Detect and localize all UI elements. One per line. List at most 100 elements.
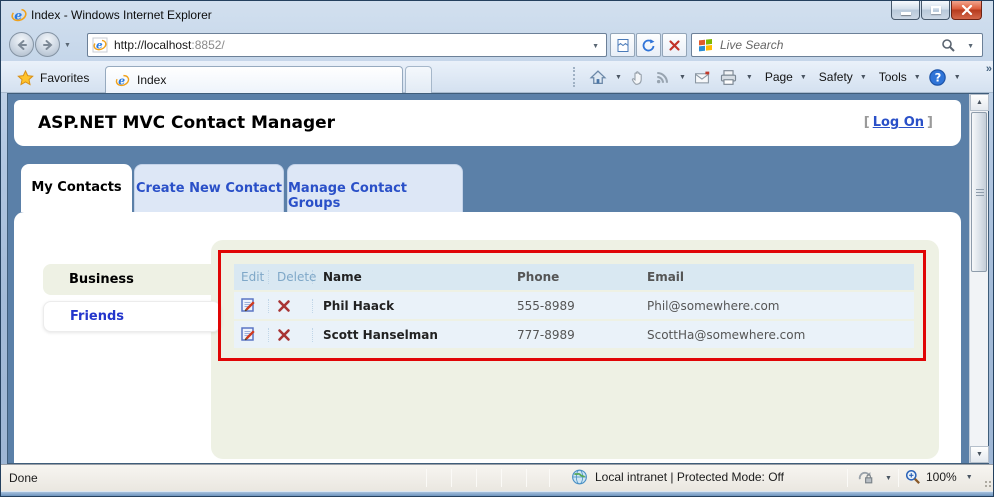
- smartscreen-dropdown[interactable]: ▼: [881, 475, 896, 482]
- site-header: ASP.NET MVC Contact Manager [Log On]: [14, 100, 961, 146]
- address-url[interactable]: http://localhost:8852/: [114, 38, 225, 52]
- scrollbar-thumb[interactable]: [971, 112, 987, 272]
- safety-menu[interactable]: Safety: [811, 70, 856, 84]
- page-favicon-icon: e: [92, 37, 108, 58]
- smartscreen-button[interactable]: [857, 470, 874, 488]
- read-mail-button[interactable]: [690, 70, 715, 85]
- zone-text: Local intranet | Protected Mode: Off: [595, 470, 784, 484]
- logon-bracket-close: ]: [927, 115, 933, 130]
- group-item-friends[interactable]: Friends: [43, 301, 221, 332]
- help-dropdown[interactable]: ▼: [950, 74, 965, 81]
- status-separator: [426, 469, 427, 487]
- contact-email: Phil@somewhere.com: [647, 298, 780, 313]
- window-controls: [891, 1, 982, 20]
- tools-menu-dropdown[interactable]: ▼: [910, 74, 925, 81]
- toolbar-overflow-chevron[interactable]: »: [986, 63, 992, 75]
- contact-phone: 555-8989: [517, 298, 575, 313]
- back-button[interactable]: [9, 32, 34, 57]
- home-button[interactable]: [585, 69, 611, 86]
- contact-email: ScottHa@somewhere.com: [647, 327, 806, 342]
- header-name: Name: [312, 270, 517, 284]
- smartscreen-icon: [858, 471, 873, 484]
- group-friends-label: Friends: [70, 309, 125, 324]
- contact-name: Phil Haack: [312, 298, 517, 313]
- search-options-dropdown[interactable]: ▼: [967, 43, 974, 50]
- table-row: Scott Hanselman 777-8989 ScottHa@somewhe…: [234, 321, 914, 348]
- vertical-scrollbar[interactable]: ▲ ▼: [969, 94, 989, 463]
- tab-create-new-contact[interactable]: Create New Contact: [134, 164, 284, 212]
- favorites-star-icon: [17, 70, 34, 86]
- status-bar: Done Local intranet | Protected Mode: Of…: [1, 464, 993, 491]
- browser-tab-index[interactable]: e Index: [105, 66, 403, 93]
- feeds-dropdown[interactable]: ▼: [675, 74, 690, 81]
- tools-menu[interactable]: Tools: [871, 70, 910, 84]
- close-button[interactable]: [951, 1, 982, 20]
- rss-icon: [656, 71, 668, 84]
- tab-my-contacts[interactable]: My Contacts: [21, 164, 132, 212]
- tab-manage-contact-groups-label: Manage Contact Groups: [288, 181, 408, 211]
- address-port-path: :8852/: [191, 38, 225, 52]
- recent-pages-dropdown[interactable]: ▼: [64, 42, 71, 49]
- zoom-control[interactable]: 100% ▼: [905, 469, 977, 485]
- table-row: Phil Haack 555-8989 Phil@somewhere.com: [234, 292, 914, 319]
- scroll-up-button[interactable]: ▲: [970, 94, 989, 111]
- browser-window: e Index - Windows Internet Explorer ▼ e: [0, 0, 994, 497]
- status-separator: [847, 469, 848, 487]
- address-bar[interactable]: e http://localhost:8852/ ▼: [87, 33, 607, 57]
- contacts-table: Edit Delete Name Phone Email Phil Haack …: [234, 264, 914, 350]
- search-placeholder[interactable]: Live Search: [720, 38, 783, 52]
- edit-icon: [241, 298, 255, 312]
- search-magnifier-icon[interactable]: [941, 38, 956, 58]
- page-menu-dropdown[interactable]: ▼: [796, 74, 811, 81]
- logon-link[interactable]: Log On: [873, 115, 924, 130]
- mail-icon: [694, 71, 710, 83]
- new-tab-stub[interactable]: [405, 66, 432, 93]
- search-box[interactable]: Live Search ▼: [691, 33, 983, 57]
- address-dropdown[interactable]: ▼: [592, 43, 599, 50]
- edit-button[interactable]: [234, 327, 268, 342]
- feeds-button[interactable]: [651, 69, 675, 85]
- svg-text:e: e: [118, 74, 125, 87]
- forward-arrow-icon: [42, 39, 53, 50]
- print-dropdown[interactable]: ▼: [742, 74, 757, 81]
- help-button[interactable]: ?: [925, 68, 950, 86]
- address-host: http://localhost: [114, 38, 192, 52]
- ie-logo-icon: e: [11, 7, 27, 28]
- home-dropdown[interactable]: ▼: [611, 74, 626, 81]
- delete-button[interactable]: [268, 327, 312, 342]
- forward-button[interactable]: [35, 32, 60, 57]
- compatibility-view-button[interactable]: [610, 33, 635, 57]
- window-title: Index - Windows Internet Explorer: [31, 8, 212, 22]
- header-delete: Delete: [268, 270, 316, 284]
- printer-icon: [720, 69, 736, 85]
- favorites-button[interactable]: Favorites: [11, 66, 95, 90]
- zoom-dropdown[interactable]: ▼: [962, 474, 977, 481]
- minimize-button[interactable]: [891, 1, 920, 20]
- delete-x-icon: [278, 328, 290, 341]
- hand-icon: [631, 70, 642, 85]
- delete-button[interactable]: [268, 298, 312, 313]
- scroll-down-button[interactable]: ▼: [970, 446, 989, 463]
- logon-bracket-open: [: [863, 115, 870, 130]
- toolbar-grip[interactable]: [573, 67, 577, 87]
- stop-button[interactable]: [662, 33, 687, 57]
- status-separator: [549, 469, 550, 487]
- resize-grip[interactable]: [984, 480, 992, 488]
- refresh-button[interactable]: [636, 33, 661, 57]
- print-button[interactable]: [715, 69, 742, 86]
- tab-favicon-icon: e: [115, 74, 130, 87]
- live-search-logo-icon: [698, 38, 714, 58]
- content-panel: Business Friends Edit Delete Name Phone …: [14, 212, 961, 463]
- group-business-label: Business: [69, 272, 134, 287]
- edit-button[interactable]: [234, 298, 268, 313]
- header-phone: Phone: [517, 270, 560, 284]
- header-edit: Edit: [241, 270, 265, 284]
- page-menu[interactable]: Page: [757, 70, 796, 84]
- tab-manage-contact-groups[interactable]: Manage Contact Groups: [287, 164, 463, 212]
- maximize-button[interactable]: [921, 1, 950, 20]
- status-separator: [526, 469, 527, 487]
- safety-menu-dropdown[interactable]: ▼: [856, 74, 871, 81]
- group-item-business[interactable]: Business: [43, 264, 221, 295]
- address-buttons: [609, 33, 687, 57]
- hand-button[interactable]: [626, 69, 651, 86]
